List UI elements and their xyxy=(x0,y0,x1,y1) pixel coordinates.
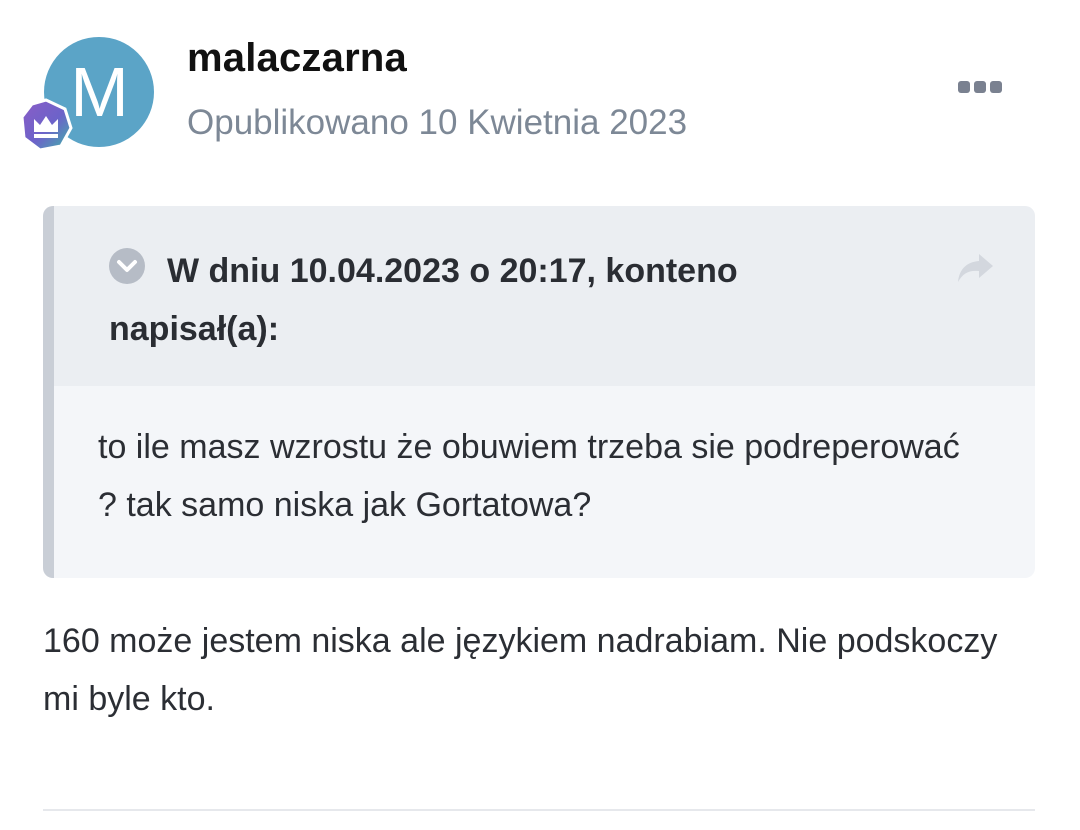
quote-header: W dniu 10.04.2023 o 20:17, konteno napis… xyxy=(54,206,1035,386)
quote-block: W dniu 10.04.2023 o 20:17, konteno napis… xyxy=(43,206,1035,578)
author-name[interactable]: malaczarna xyxy=(187,36,407,81)
post-date[interactable]: Opublikowano 10 Kwietnia 2023 xyxy=(187,103,687,143)
quote-citation: W dniu 10.04.2023 o 20:17, konteno napis… xyxy=(109,252,738,348)
post-content: 160 może jestem niska ale językiem nadra… xyxy=(43,622,998,718)
quote-border xyxy=(43,206,54,578)
more-dots-icon xyxy=(958,81,1002,93)
post-divider xyxy=(43,809,1035,811)
crown-badge-icon xyxy=(20,98,73,152)
more-options-button[interactable] xyxy=(952,72,1008,102)
forum-post: M malaczarna Opublikowano 10 Kwietnia 20… xyxy=(0,0,1080,830)
quote-text: to ile masz wzrostu że obuwiem trzeba si… xyxy=(98,428,960,524)
avatar-container: M xyxy=(20,37,154,152)
share-arrow-icon[interactable] xyxy=(955,250,995,286)
avatar-letter: M xyxy=(70,53,128,131)
